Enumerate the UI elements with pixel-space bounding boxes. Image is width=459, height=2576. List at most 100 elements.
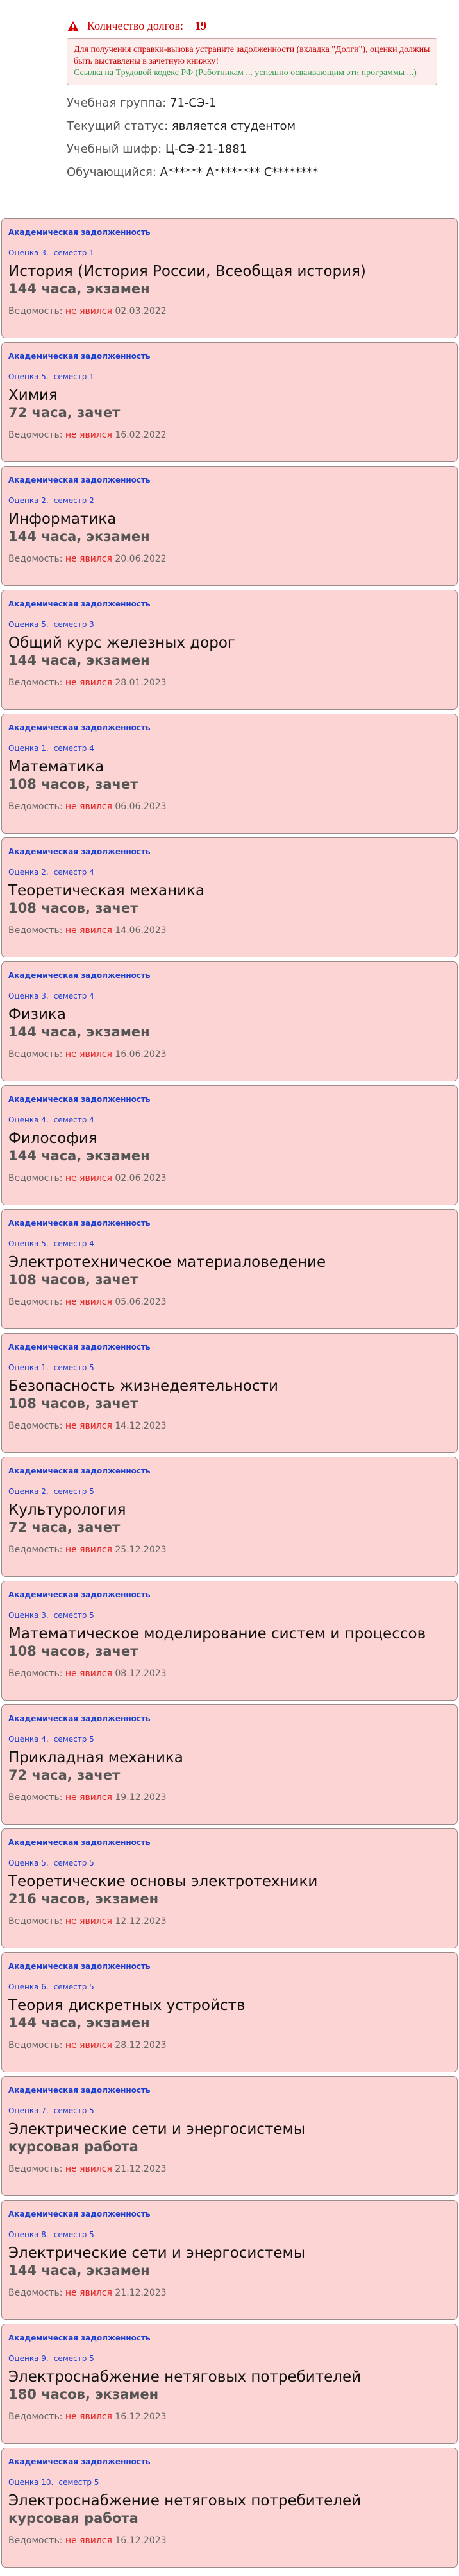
subject-name: Теория дискретных устройств xyxy=(8,1997,246,2014)
statement-label: Ведомость: xyxy=(8,554,63,564)
hours-type: 72 часа, зачет xyxy=(8,405,121,420)
grade: Оценка 3. xyxy=(8,992,49,1000)
code-row: Учебный шифр: Ц-СЭ-21-1881 xyxy=(67,138,459,161)
statement-label: Ведомость: xyxy=(8,1297,63,1307)
statement-date: 16.02.2022 xyxy=(115,430,167,440)
debt-card[interactable]: Академическая задолженность Оценка 5. семе… xyxy=(1,1209,458,1329)
debt-card[interactable]: Академическая задолженность Оценка 3. семе… xyxy=(1,1581,458,1701)
hours-type: 144 часа, экзамен xyxy=(8,529,150,544)
semester: семестр 5 xyxy=(53,1859,94,1868)
debts-count: 19 xyxy=(195,19,207,32)
grade: Оценка 5. xyxy=(8,372,49,381)
subject-name: Электрические сети и энергосистемы xyxy=(8,2121,306,2138)
debt-card[interactable]: Академическая задолженность Оценка 2. семе… xyxy=(1,1457,458,1577)
debt-card[interactable]: Академическая задолженность Оценка 1. семе… xyxy=(1,1333,458,1453)
student-label: Обучающийся: xyxy=(67,166,156,179)
semester: семестр 5 xyxy=(53,1735,94,1744)
debt-card[interactable]: Академическая задолженность Оценка 9. семе… xyxy=(1,2324,458,2444)
grade-semester: Оценка 2. семестр 2 xyxy=(8,496,451,505)
debt-card[interactable]: Академическая задолженность Оценка 4. семе… xyxy=(1,1085,458,1205)
semester: семестр 5 xyxy=(53,1611,94,1620)
grade-semester: Оценка 6. семестр 5 xyxy=(8,1982,451,1991)
statement-row: Ведомость: не явился 14.12.2023 xyxy=(8,1421,451,1431)
hours-type: курсовая работа xyxy=(8,2139,138,2154)
semester: семестр 4 xyxy=(53,868,94,877)
grade: Оценка 4. xyxy=(8,1115,49,1124)
statement-date: 08.12.2023 xyxy=(115,1669,167,1679)
debt-card[interactable]: Академическая задолженность Оценка 2. семе… xyxy=(1,837,458,957)
debt-card[interactable]: Академическая задолженность Оценка 1. семе… xyxy=(1,714,458,834)
group-row: Учебная группа: 71-СЭ-1 xyxy=(67,92,459,115)
statement-label: Ведомость: xyxy=(8,1669,63,1679)
attendance-status: не явился xyxy=(65,678,112,688)
debt-title: Академическая задолженность xyxy=(8,1962,151,1971)
subject-name: Философия xyxy=(8,1130,97,1147)
semester: семестр 3 xyxy=(53,620,94,629)
statement-date: 16.12.2023 xyxy=(115,2412,167,2422)
statement-date: 05.06.2023 xyxy=(115,1297,167,1307)
debt-card[interactable]: Академическая задолженность Оценка 3. семе… xyxy=(1,218,458,338)
group-label: Учебная группа: xyxy=(67,96,167,110)
statement-row: Ведомость: не явился 25.12.2023 xyxy=(8,1545,451,1555)
hours-type: 108 часов, зачет xyxy=(8,777,138,792)
subject-name: Электроснабжение нетяговых потребителей xyxy=(8,2369,362,2385)
statement-label: Ведомость: xyxy=(8,2164,63,2174)
debt-card[interactable]: Академическая задолженность Оценка 7. семе… xyxy=(1,2076,458,2196)
debt-title: Академическая задолженность xyxy=(8,1838,151,1847)
semester: семестр 5 xyxy=(58,2478,99,2487)
debt-title: Академическая задолженность xyxy=(8,1714,151,1723)
debt-card[interactable]: Академическая задолженность Оценка 10. сем… xyxy=(1,2448,458,2568)
statement-row: Ведомость: не явился 16.12.2023 xyxy=(8,2536,451,2546)
statement-row: Ведомость: не явился 21.12.2023 xyxy=(8,2164,451,2174)
debt-title: Академическая задолженность xyxy=(8,352,151,361)
semester: семестр 4 xyxy=(53,992,94,1000)
debt-title: Академическая задолженность xyxy=(8,228,151,237)
debt-card[interactable]: Академическая задолженность Оценка 3. семе… xyxy=(1,961,458,1081)
statement-date: 02.06.2023 xyxy=(115,1173,167,1183)
semester: семестр 2 xyxy=(53,496,94,505)
grade: Оценка 4. xyxy=(8,1735,49,1744)
statement-label: Ведомость: xyxy=(8,1421,63,1431)
grade: Оценка 1. xyxy=(8,1363,49,1372)
debt-card[interactable]: Академическая задолженность Оценка 5. семе… xyxy=(1,590,458,710)
grade: Оценка 1. xyxy=(8,744,49,753)
debt-card[interactable]: Академическая задолженность Оценка 4. семе… xyxy=(1,1704,458,1825)
subject-name: Безопасность жизнедеятельности xyxy=(8,1378,278,1395)
semester: семестр 1 xyxy=(53,248,94,257)
grade-semester: Оценка 1. семестр 5 xyxy=(8,1363,451,1372)
statement-label: Ведомость: xyxy=(8,1049,63,1060)
statement-date: 20.06.2022 xyxy=(115,554,167,564)
statement-date: 21.12.2023 xyxy=(115,2288,167,2298)
statement-row: Ведомость: не явился 19.12.2023 xyxy=(8,1792,451,1803)
grade: Оценка 5. xyxy=(8,1239,49,1248)
subject-name: Информатика xyxy=(8,511,117,528)
debt-card[interactable]: Академическая задолженность Оценка 6. семе… xyxy=(1,1952,458,2072)
grade: Оценка 5. xyxy=(8,1859,49,1868)
debt-card[interactable]: Академическая задолженность Оценка 5. семе… xyxy=(1,1828,458,1948)
subject-name: Теоретические основы электротехники xyxy=(8,1873,318,1890)
debt-card[interactable]: Академическая задолженность Оценка 2. семе… xyxy=(1,466,458,586)
subject-name: Культурология xyxy=(8,1502,126,1518)
statement-row: Ведомость: не явился 28.01.2023 xyxy=(8,678,451,688)
statement-label: Ведомость: xyxy=(8,2412,63,2422)
statement-row: Ведомость: не явился 21.12.2023 xyxy=(8,2288,451,2298)
grade-semester: Оценка 10. семестр 5 xyxy=(8,2478,451,2487)
attendance-status: не явился xyxy=(65,925,112,936)
grade-semester: Оценка 5. семестр 4 xyxy=(8,1239,451,1248)
debt-card[interactable]: Академическая задолженность Оценка 8. семе… xyxy=(1,2200,458,2320)
statement-label: Ведомость: xyxy=(8,1173,63,1183)
statement-label: Ведомость: xyxy=(8,1916,63,1927)
statement-row: Ведомость: не явился 20.06.2022 xyxy=(8,554,451,564)
attendance-status: не явился xyxy=(65,1173,112,1183)
certificate-note: Для получения справки-вызова устраните з… xyxy=(67,38,437,85)
attendance-status: не явился xyxy=(65,554,112,564)
debt-card[interactable]: Академическая задолженность Оценка 5. семе… xyxy=(1,342,458,462)
debt-title: Академическая задолженность xyxy=(8,971,151,980)
statement-date: 28.12.2023 xyxy=(115,2040,167,2050)
grade-semester: Оценка 9. семестр 5 xyxy=(8,2354,451,2363)
labor-code-link[interactable]: Ссылка на Трудовой кодекс РФ (Работникам… xyxy=(74,67,430,79)
statement-label: Ведомость: xyxy=(8,2536,63,2546)
grade: Оценка 6. xyxy=(8,1982,49,1991)
subject-name: Теоретическая механика xyxy=(8,882,205,899)
debt-title: Академическая задолженность xyxy=(8,2457,151,2466)
